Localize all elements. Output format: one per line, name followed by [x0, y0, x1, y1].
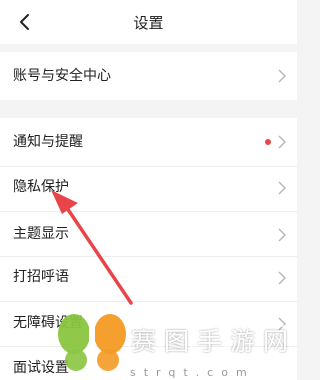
settings-item-label: 主题显示	[13, 226, 69, 242]
unread-dot-badge	[265, 139, 271, 145]
butterfly-logo	[58, 311, 126, 371]
settings-item-privacy[interactable]: 隐私保护	[0, 167, 297, 211]
settings-item-greeting[interactable]: 打招呼语	[0, 257, 297, 301]
watermark-text: 赛图手游网	[128, 322, 292, 360]
chevron-right-icon	[278, 228, 286, 242]
chevron-right-icon	[278, 69, 286, 83]
chevron-right-icon	[278, 135, 286, 149]
settings-item-label: 打招呼语	[13, 269, 69, 285]
watermark-site-name: 赛图手游网	[131, 327, 297, 356]
chevron-right-icon	[278, 271, 286, 285]
chevron-right-icon	[278, 181, 286, 195]
settings-item-label: 通知与提醒	[13, 134, 83, 150]
settings-item-account-security[interactable]: 账号与安全中心	[0, 52, 297, 100]
settings-item-label: 隐私保护	[13, 179, 69, 195]
top-bar: 设置	[0, 0, 297, 44]
watermark-url: strqt.com	[130, 366, 255, 379]
settings-item-label: 账号与安全中心	[13, 68, 111, 84]
settings-item-theme[interactable]: 主题显示	[0, 212, 297, 256]
settings-item-notifications[interactable]: 通知与提醒	[0, 118, 297, 166]
page-title: 设置	[133, 14, 164, 32]
